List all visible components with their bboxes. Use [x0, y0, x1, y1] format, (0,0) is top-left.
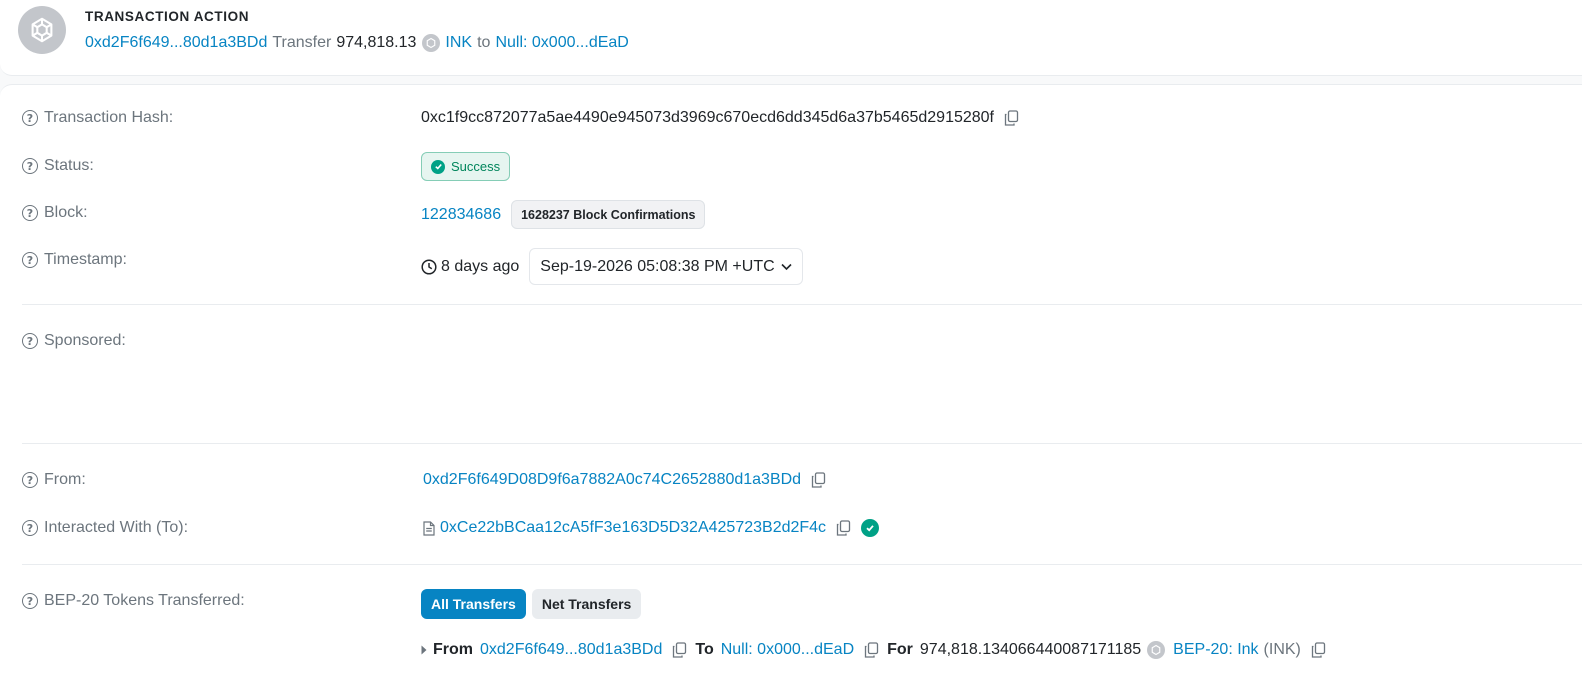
tokens-tabs: All Transfers Net Transfers: [421, 589, 642, 619]
block-value-row: 122834686 1628237 Block Confirmations: [421, 200, 706, 229]
caret-right-icon[interactable]: [421, 645, 427, 655]
transfer-from-link[interactable]: 0xd2F6f649...80d1a3BDd: [480, 641, 662, 659]
divider: [22, 564, 1582, 565]
ink-token-icon: [422, 34, 441, 52]
bnb-logo-icon: [18, 6, 66, 54]
divider: [22, 443, 1582, 444]
action-from-link[interactable]: 0xd2F6f649...80d1a3BDd: [85, 34, 267, 52]
transfer-amount: 974,818.134066440087171185: [919, 641, 1142, 658]
ink-token-icon: [1147, 641, 1166, 659]
from-label: ? From:: [22, 471, 86, 489]
divider: [22, 304, 1582, 305]
help-circle-icon[interactable]: ?: [22, 520, 38, 536]
token-symbol: (INK): [1263, 641, 1301, 658]
copy-icon[interactable]: [1004, 110, 1019, 126]
transfer-to-label: To: [695, 641, 714, 658]
copy-icon[interactable]: [811, 472, 826, 488]
tab-net-transfers[interactable]: Net Transfers: [531, 589, 642, 619]
status-value-row: Success: [421, 152, 511, 181]
tokens-transferred-label: ? BEP-20 Tokens Transferred:: [22, 592, 245, 610]
contract-address-link[interactable]: 0xCe22bBCaa12cA5fF3e163D5D32A425723B2d2F…: [440, 519, 826, 537]
transaction-action-card: TRANSACTION ACTION 0xd2F6f649...80d1a3BD…: [0, 0, 1582, 76]
chevron-down-icon: [781, 263, 792, 271]
token-transfer-row: From 0xd2F6f649...80d1a3BDd To Null: 0x0…: [421, 641, 1326, 659]
help-circle-icon[interactable]: ?: [22, 252, 38, 268]
help-circle-icon[interactable]: ?: [22, 205, 38, 221]
copy-icon[interactable]: [1311, 642, 1326, 658]
copy-icon[interactable]: [672, 642, 687, 658]
transfer-from-label: From: [433, 641, 473, 658]
help-circle-icon[interactable]: ?: [22, 472, 38, 488]
block-confirmations-badge: 1628237 Block Confirmations: [511, 200, 706, 229]
block-number-link[interactable]: 122834686: [421, 206, 501, 224]
timestamp-absolute: Sep-19-2026 05:08:38 PM +UTC: [540, 257, 775, 275]
transaction-details-card: ? Transaction Hash: 0xc1f9cc872077a5ae44…: [0, 84, 1582, 687]
transfer-to-link[interactable]: Null: 0x000...dEaD: [721, 641, 854, 659]
copy-icon[interactable]: [864, 642, 879, 658]
interacted-with-value-row: 0xCe22bBCaa12cA5fF3e163D5D32A425723B2d2F…: [423, 519, 880, 537]
sponsored-label: ? Sponsored:: [22, 332, 126, 350]
action-verb: Transfer: [272, 34, 332, 51]
tab-all-transfers[interactable]: All Transfers: [421, 589, 526, 619]
transfer-for-label: For: [887, 641, 913, 658]
verified-check-icon: [861, 519, 880, 537]
interacted-with-label: ? Interacted With (To):: [22, 519, 188, 537]
clock-icon: [421, 258, 437, 275]
status-badge: Success: [421, 152, 511, 181]
status-label: ? Status:: [22, 157, 94, 175]
help-circle-icon[interactable]: ?: [22, 110, 38, 126]
block-label: ? Block:: [22, 204, 88, 222]
action-summary: 0xd2F6f649...80d1a3BDd Transfer 974,818.…: [85, 32, 629, 54]
copy-icon[interactable]: [836, 520, 851, 536]
timestamp-relative: 8 days ago: [441, 257, 520, 275]
help-circle-icon[interactable]: ?: [22, 333, 38, 349]
timestamp-label: ? Timestamp:: [22, 251, 127, 269]
action-to-link[interactable]: Null: 0x000...dEaD: [495, 34, 628, 52]
from-value-row: 0xd2F6f649D08D9f6a7882A0c74C2652880d1a3B…: [423, 471, 826, 489]
from-address-link[interactable]: 0xd2F6f649D08D9f6a7882A0c74C2652880d1a3B…: [423, 471, 801, 489]
check-circle-icon: [431, 159, 445, 174]
timestamp-value-row: 8 days ago Sep-19-2026 05:08:38 PM +UTC: [421, 248, 803, 285]
help-circle-icon[interactable]: ?: [22, 158, 38, 174]
action-token-link[interactable]: INK: [445, 34, 472, 52]
tx-hash-value-row: 0xc1f9cc872077a5ae4490e945073d3969c670ec…: [421, 109, 1019, 127]
contract-file-icon: [423, 520, 435, 536]
action-amount: 974,818.13: [336, 34, 417, 51]
help-circle-icon[interactable]: ?: [22, 593, 38, 609]
tx-hash-label: ? Transaction Hash:: [22, 109, 173, 127]
tx-hash-value: 0xc1f9cc872077a5ae4490e945073d3969c670ec…: [421, 109, 994, 126]
token-name-link[interactable]: BEP-20: Ink: [1173, 641, 1258, 659]
action-title: TRANSACTION ACTION: [85, 9, 250, 24]
timestamp-format-dropdown[interactable]: Sep-19-2026 05:08:38 PM +UTC: [529, 248, 803, 285]
action-to-word: to: [477, 34, 491, 51]
